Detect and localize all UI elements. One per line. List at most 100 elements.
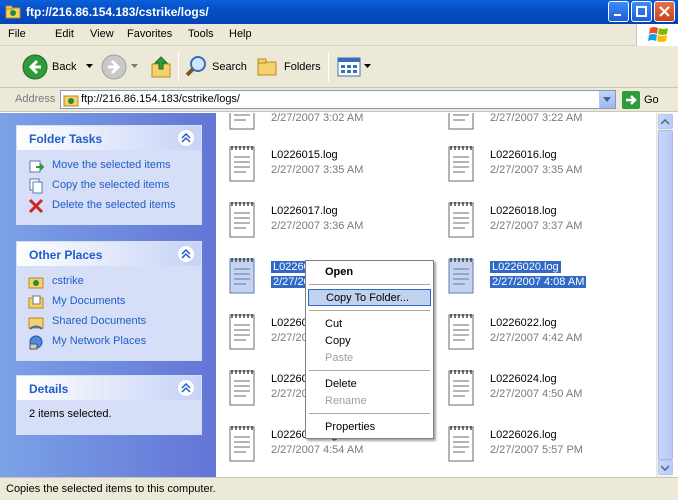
forward-arrow-icon	[101, 54, 127, 80]
scroll-thumb[interactable]	[658, 130, 673, 460]
place-shared-documents[interactable]: Shared Documents	[17, 312, 201, 332]
forward-button[interactable]	[101, 51, 139, 83]
collapse-button[interactable]	[177, 129, 195, 147]
scroll-down-button[interactable]	[658, 460, 673, 475]
text-document-icon	[448, 146, 474, 182]
address-value: ftp://216.86.154.183/cstrike/logs/	[81, 93, 240, 105]
file-list[interactable]: 2/27/2007 3:02 AM 2/27/2007 3:22 AM L022…	[216, 113, 656, 477]
back-arrow-icon	[22, 54, 48, 80]
menu-open[interactable]: Open	[308, 264, 431, 281]
scroll-up-button[interactable]	[658, 114, 673, 129]
double-chevron-up-icon	[181, 133, 191, 143]
text-document-icon	[229, 258, 255, 294]
menu-cut[interactable]: Cut	[308, 316, 431, 333]
minimize-button[interactable]	[608, 1, 629, 22]
place-my-documents[interactable]: My Documents	[17, 292, 201, 312]
menu-separator	[309, 370, 430, 371]
collapse-button[interactable]	[177, 379, 195, 397]
menu-view[interactable]: View	[90, 28, 114, 40]
close-icon	[659, 6, 670, 17]
details-header[interactable]: Details	[17, 376, 201, 400]
menu-tools[interactable]: Tools	[188, 28, 214, 40]
other-places-header[interactable]: Other Places	[17, 242, 201, 266]
maximize-icon	[636, 6, 647, 17]
ftp-folder-icon	[63, 95, 79, 107]
collapse-button[interactable]	[177, 245, 195, 263]
toolbar-separator	[178, 52, 179, 82]
menu-paste: Paste	[325, 352, 354, 364]
menu-copy[interactable]: Copy	[308, 333, 431, 350]
back-button[interactable]: Back	[22, 51, 94, 83]
menu-properties[interactable]: Properties	[308, 419, 431, 436]
file-item[interactable]: 2/27/2007 3:02 AM	[216, 113, 406, 143]
text-document-icon	[448, 370, 474, 406]
maximize-button[interactable]	[631, 1, 652, 22]
shared-folder-icon	[28, 317, 44, 330]
up-folder-button[interactable]	[149, 51, 173, 83]
details-text: 2 items selected.	[29, 408, 112, 420]
file-item[interactable]: L0226016.log 2/27/2007 3:35 AM	[435, 143, 625, 195]
folders-icon	[257, 58, 277, 76]
menu-rename: Rename	[325, 395, 367, 407]
title-bar[interactable]: ftp://216.86.154.183/cstrike/logs/	[0, 0, 678, 24]
search-icon	[185, 56, 206, 77]
folders-button[interactable]: Folders	[256, 51, 321, 83]
place-cstrike[interactable]: cstrike	[17, 272, 201, 292]
file-item[interactable]: L0226026.log 2/27/2007 5:57 PM	[435, 423, 625, 475]
address-dropdown-button[interactable]	[599, 91, 615, 108]
up-folder-icon	[151, 56, 171, 78]
address-input[interactable]: ftp://216.86.154.183/cstrike/logs/	[60, 90, 616, 109]
menu-favorites[interactable]: Favorites	[127, 28, 172, 40]
chevron-down-icon	[86, 64, 94, 68]
my-documents-icon	[28, 295, 44, 309]
file-item[interactable]: L0226024.log 2/27/2007 4:50 AM	[435, 367, 625, 419]
menu-help[interactable]: Help	[229, 28, 252, 40]
file-item[interactable]: L0226015.log 2/27/2007 3:35 AM	[216, 143, 406, 195]
views-icon	[337, 57, 361, 77]
menu-bar: File Edit View Favorites Tools Help	[0, 24, 678, 46]
file-item[interactable]: L0226017.log 2/27/2007 3:36 AM	[216, 199, 406, 251]
folder-tasks-panel: Folder Tasks Move the selected items Cop…	[16, 125, 202, 225]
search-button[interactable]: Search	[184, 51, 247, 83]
file-item[interactable]: L0226022.log 2/27/2007 4:42 AM	[435, 311, 625, 363]
move-icon	[29, 160, 44, 173]
menu-separator	[309, 310, 430, 311]
other-places-panel: Other Places cstrike My Documents Shared…	[16, 241, 202, 361]
menu-file[interactable]: File	[8, 28, 26, 40]
address-bar: Address ftp://216.86.154.183/cstrike/log…	[0, 88, 678, 112]
delete-items-link[interactable]: Delete the selected items	[17, 196, 201, 216]
text-document-icon	[448, 314, 474, 350]
go-button[interactable]: Go	[622, 91, 659, 109]
file-item-selected[interactable]: L0226020.log 2/27/2007 4:08 AM	[435, 255, 625, 307]
toolbar-separator	[328, 52, 329, 82]
vertical-scrollbar[interactable]	[656, 113, 673, 477]
menu-delete[interactable]: Delete	[308, 376, 431, 393]
move-items-link[interactable]: Move the selected items	[17, 156, 201, 176]
menu-copy-to-folder[interactable]: Copy To Folder...	[308, 289, 431, 306]
views-button[interactable]	[337, 51, 372, 83]
delete-x-icon	[28, 198, 44, 214]
windows-logo	[636, 24, 678, 46]
toolbar: Back Search Folders	[0, 46, 678, 88]
file-item[interactable]: L0226018.log 2/27/2007 3:37 AM	[435, 199, 625, 251]
chevron-up-icon	[661, 119, 670, 125]
menu-edit[interactable]: Edit	[55, 28, 74, 40]
close-button[interactable]	[654, 1, 675, 22]
window-title: ftp://216.86.154.183/cstrike/logs/	[26, 5, 209, 19]
text-document-icon	[229, 426, 255, 462]
details-panel: Details 2 items selected.	[16, 375, 202, 435]
folder-tasks-header[interactable]: Folder Tasks	[17, 126, 201, 150]
chevron-down-icon	[603, 97, 611, 102]
copy-items-link[interactable]: Copy the selected items	[17, 176, 201, 196]
text-document-icon	[229, 202, 255, 238]
minimize-icon	[614, 14, 621, 16]
place-my-network-places[interactable]: My Network Places	[17, 332, 201, 352]
task-pane: Folder Tasks Move the selected items Cop…	[0, 113, 216, 477]
text-document-icon	[448, 426, 474, 462]
network-places-icon	[29, 335, 43, 350]
file-item[interactable]: 2/27/2007 3:22 AM	[435, 113, 625, 143]
chevron-down-icon	[364, 64, 371, 68]
ftp-folder-icon	[28, 277, 44, 289]
double-chevron-up-icon	[181, 249, 191, 259]
text-document-icon	[229, 146, 255, 182]
